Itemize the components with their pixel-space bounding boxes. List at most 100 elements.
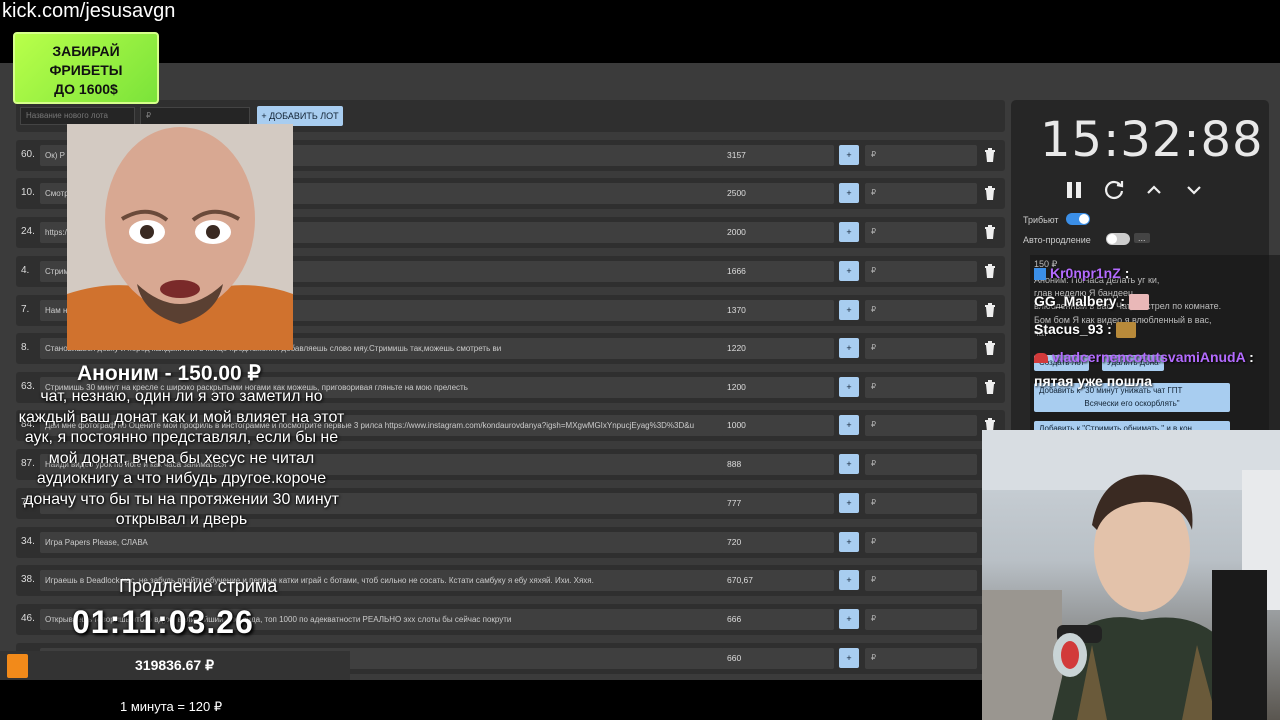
lot-amount[interactable]: 720	[722, 532, 834, 553]
add-amount-input[interactable]: ₽	[865, 454, 977, 475]
chevron-down-icon[interactable]	[1182, 178, 1206, 202]
add-amount-button[interactable]: +	[839, 300, 859, 320]
rate-info: 1 минута = 120 ₽	[120, 699, 223, 714]
add-amount-button[interactable]: +	[839, 532, 859, 552]
trash-icon[interactable]	[984, 148, 996, 162]
add-amount-button[interactable]: +	[839, 222, 859, 242]
more-options-button[interactable]: ...	[1134, 233, 1150, 243]
tribute-toggle[interactable]	[1066, 213, 1090, 225]
lot-name-input[interactable]: Игра Papers Please, СЛАВА	[40, 532, 730, 553]
add-amount-input[interactable]: ₽	[865, 570, 977, 591]
trash-icon[interactable]	[984, 264, 996, 278]
tribute-label: Трибьют	[1023, 215, 1059, 225]
chat-username: Stacus_93	[1034, 321, 1104, 337]
add-amount-input[interactable]: ₽	[865, 493, 977, 514]
auction-timer: 15:32:88	[1040, 112, 1264, 168]
lot-number: 10.	[21, 187, 35, 198]
streamer-webcam	[982, 430, 1280, 720]
chat-username: vladcernencotutsvamiAnudA	[1052, 349, 1246, 365]
lot-number: 24.	[21, 226, 35, 237]
chat-username: GG_Malbery	[1034, 293, 1117, 309]
add-amount-button[interactable]: +	[839, 570, 859, 590]
add-amount-button[interactable]: +	[839, 609, 859, 629]
chat-message-3: Stacus_93 :	[1034, 321, 1136, 339]
chat-username: Kr0npr1nZ	[1050, 265, 1121, 281]
add-amount-input[interactable]: ₽	[865, 300, 977, 321]
new-lot-price-input[interactable]: ₽	[140, 107, 250, 125]
add-amount-input[interactable]: ₽	[865, 338, 977, 359]
add-amount-input[interactable]: ₽	[865, 261, 977, 282]
add-amount-input[interactable]: ₽	[865, 183, 977, 204]
trash-icon[interactable]	[984, 303, 996, 317]
promo-banner[interactable]: ЗАБИРАЙ ФРИБЕТЫ ДО 1600$	[13, 32, 159, 104]
chevron-up-icon[interactable]	[1142, 178, 1166, 202]
chat-message-2: GG_Malbery :	[1034, 293, 1149, 311]
trash-icon[interactable]	[984, 186, 996, 200]
bald-man-figure	[67, 124, 293, 350]
insult-lot-button[interactable]: Всячески его оскорблять"	[1034, 396, 1230, 412]
sub-badge-icon	[1034, 353, 1048, 364]
add-amount-button[interactable]: +	[839, 493, 859, 513]
add-lot-button[interactable]: + ДОБАВИТЬ ЛОТ	[257, 106, 343, 126]
promo-line-3: ДО 1600$	[54, 81, 118, 97]
lot-number: 4.	[21, 265, 30, 276]
lot-amount[interactable]: 1666	[722, 261, 834, 282]
add-amount-input[interactable]: ₽	[865, 377, 977, 398]
add-amount-input[interactable]: ₽	[865, 648, 977, 669]
lot-amount[interactable]: 660	[722, 648, 834, 669]
add-amount-button[interactable]: +	[839, 415, 859, 435]
lot-amount[interactable]: 2500	[722, 183, 834, 204]
lot-amount[interactable]: 888	[722, 454, 834, 475]
add-amount-button[interactable]: +	[839, 454, 859, 474]
lot-amount[interactable]: 666	[722, 609, 834, 630]
trash-icon[interactable]	[984, 341, 996, 355]
chat-message-1: Kr0npr1nZ :	[1034, 265, 1129, 281]
streamer-figure	[982, 430, 1280, 720]
add-amount-button[interactable]: +	[839, 338, 859, 358]
lot-amount[interactable]: 1370	[722, 300, 834, 321]
extension-label: Продление стрима	[119, 576, 278, 596]
add-amount-input[interactable]: ₽	[865, 609, 977, 630]
lot-amount[interactable]: 3157	[722, 145, 834, 166]
lot-number: 8.	[21, 342, 30, 353]
add-amount-button[interactable]: +	[839, 648, 859, 668]
trash-icon[interactable]	[984, 225, 996, 239]
add-amount-input[interactable]: ₽	[865, 145, 977, 166]
progress-marker	[7, 654, 28, 678]
lot-amount[interactable]: 1200	[722, 377, 834, 398]
donation-image	[67, 124, 293, 350]
lot-number: 38.	[21, 574, 35, 585]
lot-row: 34. Игра Papers Please, СЛАВА 720 + ₽	[16, 527, 1005, 558]
trash-icon[interactable]	[984, 380, 996, 394]
promo-line-1: ЗАБИРАЙ	[52, 43, 120, 59]
lot-amount[interactable]: 777	[722, 493, 834, 514]
add-amount-input[interactable]: ₽	[865, 222, 977, 243]
add-amount-button[interactable]: +	[839, 261, 859, 281]
refresh-icon[interactable]	[1102, 178, 1126, 202]
add-amount-button[interactable]: +	[839, 377, 859, 397]
add-amount-button[interactable]: +	[839, 145, 859, 165]
donor-name: Аноним - 150.00 ₽	[77, 362, 261, 385]
auto-extend-label: Авто-продление	[1023, 235, 1091, 245]
emote-icon	[1115, 322, 1136, 339]
lot-amount[interactable]: 1220	[722, 338, 834, 359]
donation-message: чат, незнаю, один ли я это заметил но ка…	[18, 388, 345, 528]
pause-icon[interactable]	[1062, 178, 1086, 202]
lot-number: 46.	[21, 613, 35, 624]
auto-extend-toggle[interactable]	[1106, 233, 1130, 245]
lot-number: 7.	[21, 304, 30, 315]
new-lot-name-input[interactable]: Название нового лота	[20, 107, 135, 125]
lot-amount[interactable]: 2000	[722, 222, 834, 243]
emote-icon	[1128, 294, 1149, 311]
chat-message-5: пятая уже пошла	[1034, 373, 1153, 389]
chat-message-4: vladcernencotutsvamiAnudA :	[1034, 349, 1254, 365]
stream-overlay: kick.com/jesusavgn ЗАБИРАЙ ФРИБЕТЫ ДО 16…	[0, 0, 1280, 720]
add-amount-input[interactable]: ₽	[865, 415, 977, 436]
lot-number: 60.	[21, 149, 35, 160]
add-amount-button[interactable]: +	[839, 183, 859, 203]
lot-amount[interactable]: 1000	[722, 415, 834, 436]
kick-badge-icon	[1034, 268, 1046, 281]
chat-overlay: 150 ₽ Аноним: Поlчаса делать уг ки, глав…	[1030, 255, 1280, 437]
add-amount-input[interactable]: ₽	[865, 532, 977, 553]
lot-amount[interactable]: 670,67	[722, 570, 834, 591]
